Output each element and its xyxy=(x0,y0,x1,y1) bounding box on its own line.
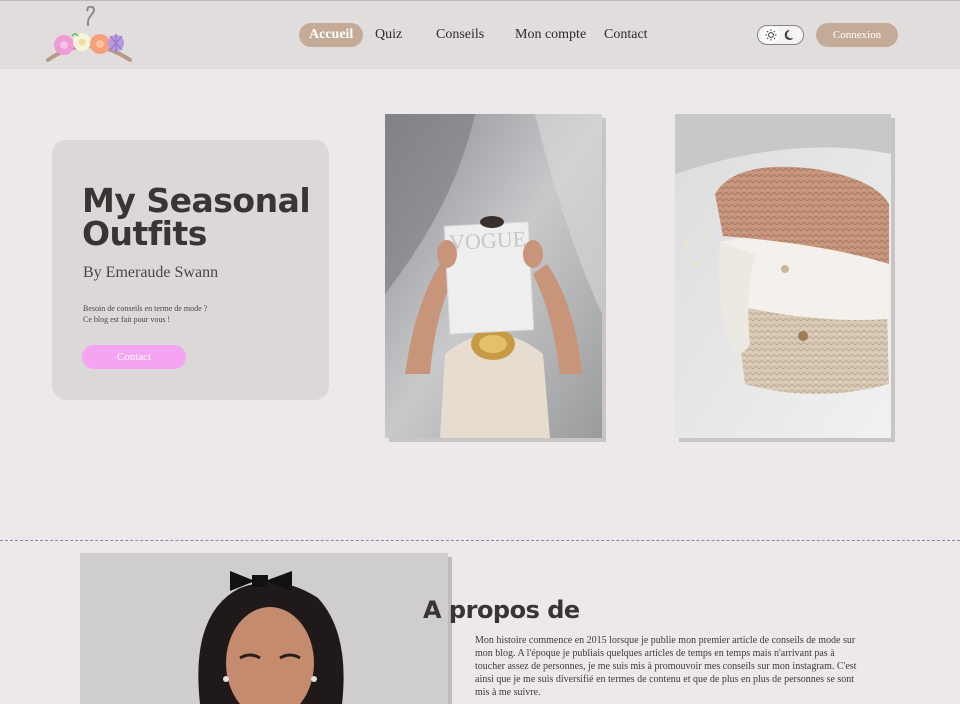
moon-icon[interactable] xyxy=(781,27,799,43)
section-divider xyxy=(0,540,960,541)
hero-tagline-line-2: Ce blog est fait pour vous ! xyxy=(83,315,171,324)
about-text: Mon histoire commence en 2015 lorsque je… xyxy=(475,634,880,699)
about-text-line: Mon histoire commence en 2015 lorsque je… xyxy=(475,635,856,646)
about-text-line: mis à me suivre. xyxy=(475,687,541,698)
nav-item-conseils[interactable]: Conseils xyxy=(436,23,484,47)
hero-tagline-line-1: Besoin de conseils en terme de mode ? xyxy=(83,304,208,313)
nav-item-quiz[interactable]: Quiz xyxy=(375,23,402,47)
hero-title-line-2: Outfits xyxy=(82,214,207,253)
nav-item-accueil[interactable]: Accueil xyxy=(299,23,364,47)
contact-button[interactable]: Contact xyxy=(82,345,186,369)
hero-title: My Seasonal Outfits xyxy=(82,184,322,250)
about-text-line: ainsi que je me suis diversifié en terme… xyxy=(475,674,855,685)
nav-item-contact[interactable]: Contact xyxy=(604,23,648,47)
vogue-magazine-photo: VOGUE xyxy=(385,114,602,438)
login-button[interactable]: Connexion xyxy=(816,23,898,47)
theme-toggle[interactable] xyxy=(757,25,804,45)
hero-tagline: Besoin de conseils en terme de mode ? Ce… xyxy=(83,303,283,325)
about-title: A propos de xyxy=(423,596,580,624)
sweaters-stack-photo xyxy=(675,114,891,438)
svg-text:VOGUE: VOGUE xyxy=(448,226,526,255)
about-text-line: toucher assez de personnes, je me suis m… xyxy=(475,661,857,672)
nav-item-mon-compte[interactable]: Mon compte xyxy=(515,23,586,47)
about-text-line: mon blog. A l'époque je publiais quelque… xyxy=(475,648,835,659)
hero-card: My Seasonal Outfits By Emeraude Swann Be… xyxy=(52,140,329,400)
hero-author: By Emeraude Swann xyxy=(83,264,219,281)
sun-icon[interactable] xyxy=(761,27,780,43)
hero-title-line-1: My Seasonal xyxy=(82,181,311,220)
site-header: Accueil Quiz Conseils Mon compte Contact… xyxy=(0,0,960,69)
author-portrait-photo xyxy=(80,553,448,704)
